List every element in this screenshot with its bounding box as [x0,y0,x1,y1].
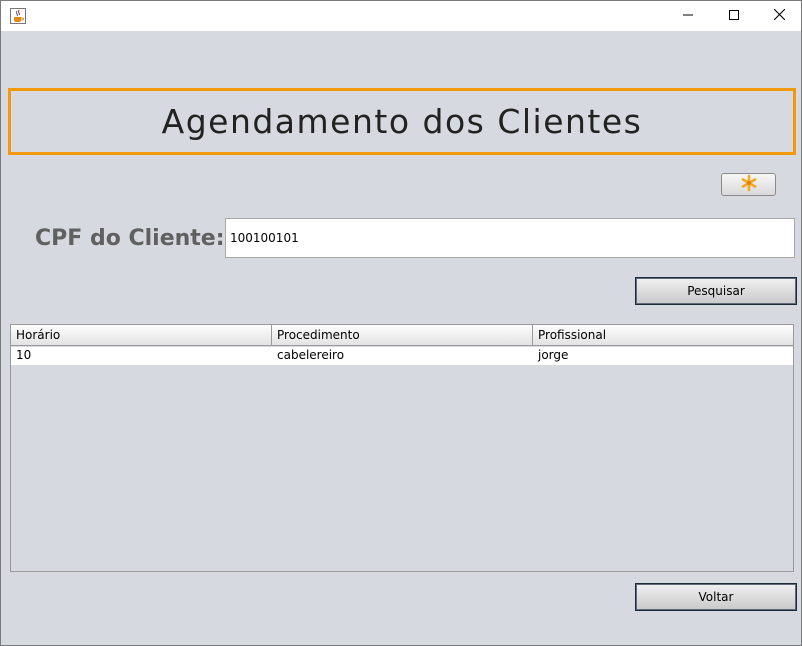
column-header-horario[interactable]: Horário [11,325,272,346]
back-button[interactable]: Voltar [635,583,797,611]
minimize-button[interactable] [665,1,711,31]
column-header-procedimento[interactable]: Procedimento [272,325,533,346]
header-banner: Agendamento dos Clientes [8,88,796,155]
cell-procedimento: cabelereiro [277,348,345,362]
title-bar [1,1,801,31]
minimize-icon [683,9,693,23]
appointments-table[interactable]: Horário Procedimento Profissional 10 cab… [10,324,794,572]
table-header: Horário Procedimento Profissional [11,325,793,346]
cell-profissional: jorge [538,348,569,362]
column-header-profissional[interactable]: Profissional [533,325,793,346]
cell-horario: 10 [16,348,32,362]
java-cup-icon [10,8,26,24]
close-icon [773,8,785,23]
new-button[interactable] [721,173,776,196]
page-title: Agendamento dos Clientes [161,102,643,141]
app-window: Agendamento dos Clientes CPF do Cliente:… [0,0,802,646]
maximize-icon [729,9,739,23]
search-button[interactable]: Pesquisar [635,277,797,305]
table-row[interactable]: 10 cabelereiro jorge [11,347,793,365]
asterisk-icon [740,174,758,195]
cpf-input[interactable] [225,218,795,258]
close-button[interactable] [756,1,802,31]
cpf-label: CPF do Cliente: [35,226,225,251]
maximize-button[interactable] [711,1,757,31]
